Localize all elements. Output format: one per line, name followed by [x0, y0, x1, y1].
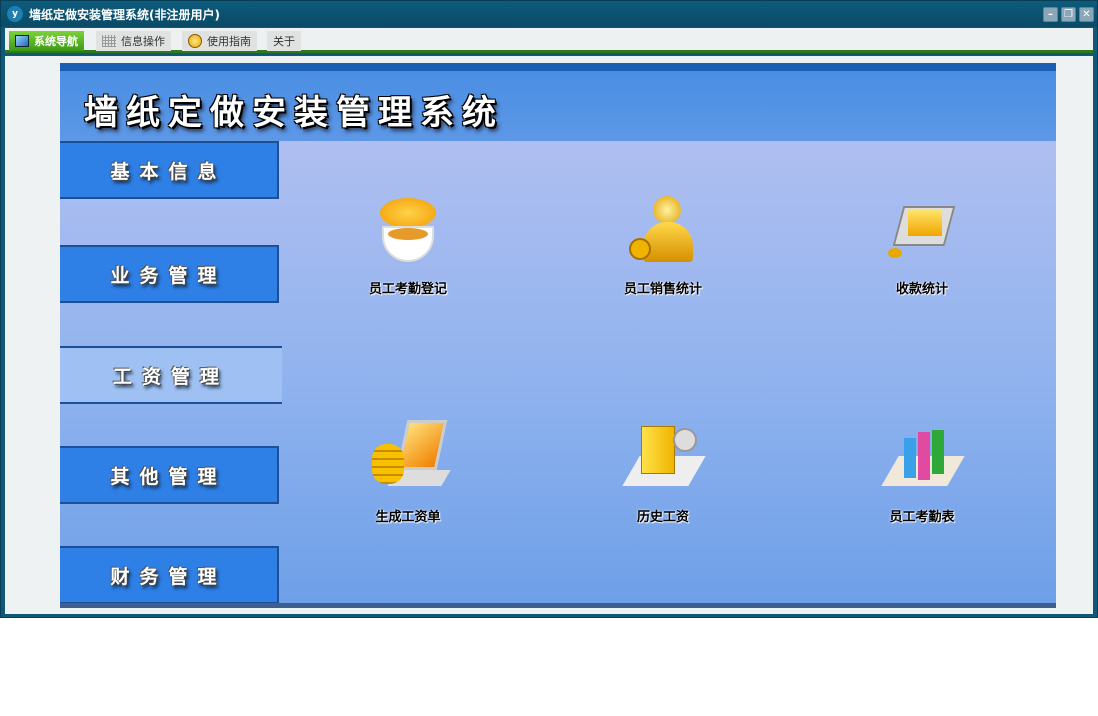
folders-globe-icon	[622, 416, 706, 496]
monitor-icon	[15, 35, 29, 47]
toolbar: 系统导航 信息操作 使用指南 关于	[5, 28, 1093, 53]
grid-icon	[102, 35, 116, 47]
people-chart-icon	[881, 416, 965, 496]
banner: 墙纸定做安装管理系统	[60, 71, 1056, 141]
help-icon	[188, 34, 202, 48]
window-title: 墙纸定做安装管理系统(非注册用户)	[29, 7, 220, 22]
item-attendance-registration[interactable]: 员工考勤登记	[318, 188, 498, 297]
title-bar: y 墙纸定做安装管理系统(非注册用户) – ❐ ✕	[1, 1, 1097, 27]
system-title: 墙纸定做安装管理系统	[84, 93, 504, 133]
app-logo-icon: y	[7, 6, 23, 22]
tab-system-navigation[interactable]: 系统导航	[9, 31, 84, 51]
top-stripe	[60, 63, 1056, 71]
app-window: y 墙纸定做安装管理系统(非注册用户) – ❐ ✕ 系统导航 信息操作 使用指南…	[0, 0, 1098, 618]
gold-bars-icon	[882, 188, 962, 268]
bottom-bar	[60, 603, 1056, 608]
item-payment-stats[interactable]: 收款统计	[832, 188, 1012, 297]
tab-user-guide[interactable]: 使用指南	[182, 31, 257, 51]
restore-button[interactable]: ❐	[1061, 7, 1076, 22]
tab-info-operations[interactable]: 信息操作	[96, 31, 171, 51]
tab-about[interactable]: 关于	[267, 31, 301, 51]
item-employee-sales-stats[interactable]: 员工销售统计	[573, 188, 753, 297]
coffee-people-icon	[368, 188, 448, 268]
minimize-button[interactable]: –	[1043, 7, 1058, 22]
menu-other-management[interactable]: 其他管理	[60, 446, 279, 504]
laptop-coins-icon	[368, 416, 451, 496]
gold-person-coins-icon	[623, 188, 703, 268]
close-button[interactable]: ✕	[1079, 7, 1094, 22]
menu-basic-info[interactable]: 基本信息	[60, 141, 279, 199]
content-area: 墙纸定做安装管理系统 基本信息 业务管理 工资管理 其他管理 财务管理 员工考勤…	[5, 56, 1093, 614]
menu-business-management[interactable]: 业务管理	[60, 245, 279, 303]
navigation-panel: 墙纸定做安装管理系统 基本信息 业务管理 工资管理 其他管理 财务管理 员工考勤…	[60, 63, 1056, 608]
item-generate-payroll[interactable]: 生成工资单	[318, 416, 498, 525]
item-salary-history[interactable]: 历史工资	[573, 416, 753, 525]
item-attendance-sheet[interactable]: 员工考勤表	[832, 416, 1012, 525]
menu-salary-management[interactable]: 工资管理	[60, 346, 282, 404]
menu-finance-management[interactable]: 财务管理	[60, 546, 279, 604]
